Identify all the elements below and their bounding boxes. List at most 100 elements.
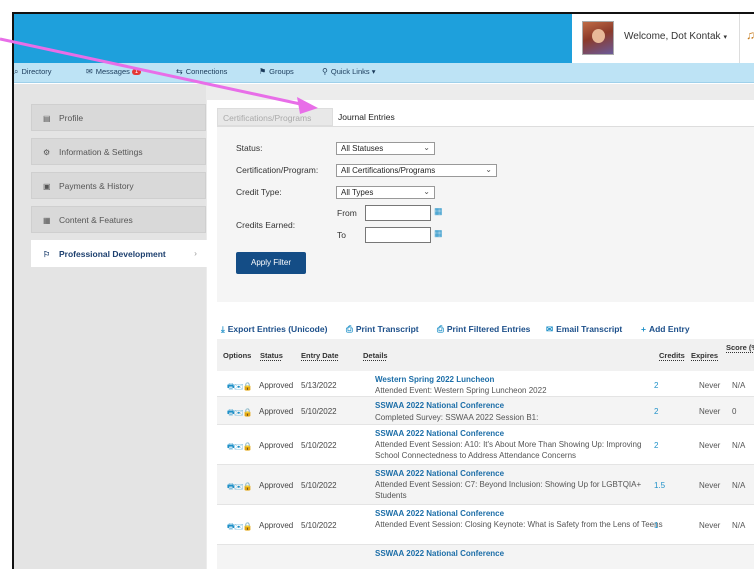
profile-icon: ▤ [43,114,51,123]
row-credits[interactable]: 2 [654,441,658,450]
nav-messages[interactable]: ✉ Messages 1 [86,67,142,76]
row-credits[interactable]: 1 [654,521,658,530]
chevron-right-icon: › [194,248,197,258]
row-expires: Never [699,407,721,416]
row-action-icons[interactable]: 🖶✉🔒 [227,381,253,395]
status-select[interactable]: All Statuses ⌄ [336,142,435,155]
sidebar-item-information-settings[interactable]: ⚙ Information & Settings [31,138,206,165]
row-date: 5/13/2022 [301,381,337,390]
row-action-icons[interactable]: 🖶✉🔒 [227,521,253,535]
status-label: Status: [236,143,263,153]
message-count-badge: 1 [131,69,142,75]
nav-groups[interactable]: ⚑ Groups [259,67,294,76]
welcome-text[interactable]: Welcome, Dot Kontak ▾ [624,31,727,42]
tab-journal-entries[interactable]: Journal Entries [333,108,395,126]
table-row: 🖶✉🔒 Approved 5/10/2022 SSWAA 2022 Nation… [217,425,754,465]
row-title-link[interactable]: SSWAA 2022 National Conference [375,549,504,558]
chevron-down-icon: ⌄ [485,165,492,174]
row-credits[interactable]: 2 [654,407,658,416]
row-title-link[interactable]: SSWAA 2022 National Conference [375,469,504,478]
print-transcript-link[interactable]: ⎙ Print Transcript [346,324,419,335]
sidebar-item-profile[interactable]: ▤ Profile [31,104,206,131]
print-icon: ⎙ [437,324,444,334]
table-row: SSWAA 2022 National Conference [217,545,754,569]
row-score: N/A [732,441,746,450]
row-score: N/A [732,521,746,530]
col-options: Options [223,351,252,360]
credit-type-select[interactable]: All Types ⌄ [336,186,435,199]
row-expires: Never [699,521,721,530]
row-credits[interactable]: 1.5 [654,481,665,490]
top-header-bar: Welcome, Dot Kontak▾ ♫ [14,14,754,63]
row-title-link[interactable]: Western Spring 2022 Luncheon [375,375,494,384]
export-entries-link[interactable]: ⤓ Export Entries (Unicode) [221,324,327,335]
chevron-down-icon: ⌄ [423,143,430,152]
avatar[interactable] [582,21,614,55]
calendar-icon[interactable]: ▦ [434,206,443,217]
credit-type-label: Credit Type: [236,187,282,197]
col-details[interactable]: Details [363,351,388,360]
row-status: Approved [259,381,294,390]
col-score[interactable]: Score (%) [726,343,754,352]
nav-quick-links[interactable]: ⚲ Quick Links ▾ [322,67,375,76]
credits-to-input[interactable] [365,227,431,243]
envelope-icon: ✉ [86,67,93,76]
row-status: Approved [259,481,294,490]
row-status: Approved [259,441,294,450]
groups-icon: ⚑ [259,67,267,76]
table-row: 🖶✉🔒 Approved 5/13/2022 Western Spring 20… [217,371,754,397]
row-score: N/A [732,481,746,490]
email-transcript-link[interactable]: ✉ Email Transcript [546,324,622,335]
row-expires: Never [699,441,721,450]
program-select[interactable]: All Certifications/Programs ⌄ [336,164,497,177]
nav-directory[interactable]: ⌕ Directory [14,67,52,77]
link-icon: ⚲ [322,67,328,76]
payment-icon: ▣ [43,182,51,191]
row-date: 5/10/2022 [301,481,337,490]
row-action-icons[interactable]: 🖶✉🔒 [227,407,253,421]
row-description: Completed Survey: SSWAA 2022 Session B1: [375,413,539,422]
table-row: 🖶✉🔒 Approved 5/10/2022 SSWAA 2022 Nation… [217,505,754,545]
row-description: Attended Event: Western Spring Luncheon … [375,386,547,395]
sidebar-item-professional-development[interactable]: ⚐ Professional Development › [31,240,211,267]
search-icon: ⌕ [14,67,19,76]
nav-bar: ⌕ Directory ✉ Messages 1 ⇆ Connections ⚑ Grou… [14,63,754,83]
filter-panel: Status: All Statuses ⌄ Certification/Prog… [217,127,754,302]
row-date: 5/10/2022 [301,441,337,450]
credits-earned-label: Credits Earned: [236,220,296,230]
row-date: 5/10/2022 [301,407,337,416]
apply-filter-button[interactable]: Apply Filter [236,252,306,274]
row-description: Attended Event Session: A10: It's About … [375,440,642,460]
row-title-link[interactable]: SSWAA 2022 National Conference [375,429,504,438]
add-entry-link[interactable]: + Add Entry [641,324,690,334]
row-score: N/A [732,381,746,390]
nav-connections[interactable]: ⇆ Connections [176,67,227,76]
row-action-icons[interactable]: 🖶✉🔒 [227,481,253,495]
tab-certifications-programs[interactable]: Certifications/Programs [217,108,333,126]
calendar-icon[interactable]: ▦ [434,228,443,239]
print-filtered-link[interactable]: ⎙ Print Filtered Entries [437,324,530,335]
row-title-link[interactable]: SSWAA 2022 National Conference [375,509,504,518]
from-label: From [337,208,357,218]
row-title-link[interactable]: SSWAA 2022 National Conference [375,401,504,410]
col-entry-date[interactable]: Entry Date [301,351,339,360]
table-row: 🖶✉🔒 Approved 5/10/2022 SSWAA 2022 Nation… [217,397,754,425]
connections-icon: ⇆ [176,67,183,76]
credits-from-input[interactable] [365,205,431,221]
user-menu[interactable]: Welcome, Dot Kontak▾ ♫ [572,14,754,63]
bell-icon[interactable]: ♫ [746,28,754,42]
row-action-icons[interactable]: 🖶✉🔒 [227,441,253,455]
plus-icon: + [641,324,646,334]
sidebar-item-payments-history[interactable]: ▣ Payments & History [31,172,206,199]
graduation-cap-icon: ⚐ [43,250,51,259]
row-description: Attended Event Session: Closing Keynote:… [375,520,663,529]
col-credits[interactable]: Credits [659,351,685,360]
col-status[interactable]: Status [260,351,283,360]
sidebar-item-content-features[interactable]: ▦ Content & Features [31,206,206,233]
gear-icon: ⚙ [43,148,51,157]
row-credits[interactable]: 2 [654,381,658,390]
col-expires[interactable]: Expires [691,351,718,360]
content-icon: ▦ [43,216,51,225]
row-date: 5/10/2022 [301,521,337,530]
print-icon: ⎙ [346,324,353,334]
